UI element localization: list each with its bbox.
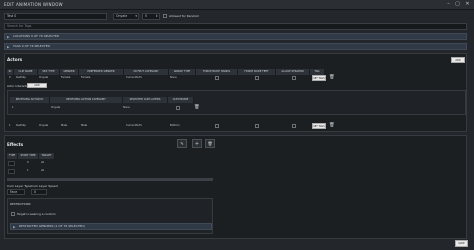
- save-button[interactable]: SAVE: [455, 240, 468, 247]
- effect-type-select[interactable]: [8, 169, 15, 174]
- close-icon[interactable]: ✕: [463, 1, 472, 8]
- gender-select-value: Onyale: [116, 14, 128, 18]
- cell-gender[interactable]: Female: [61, 75, 70, 81]
- cell-pref[interactable]: Female: [81, 75, 90, 81]
- cell-start-time[interactable]: 1: [27, 168, 29, 174]
- search-input[interactable]: Search for Tags: [4, 23, 467, 30]
- table-row[interactable]: 1 all: [7, 168, 213, 176]
- actors-title: Actors: [7, 57, 23, 62]
- cell-target[interactable]: all: [41, 160, 44, 166]
- cum-layer-speed-value: 0: [34, 190, 37, 194]
- cell-clip[interactable]: testClip: [16, 75, 26, 81]
- col-type: TYPE: [7, 153, 18, 159]
- minimize-icon[interactable]: –: [444, 1, 453, 8]
- set-tags-button[interactable]: SET TAGS: [312, 123, 326, 129]
- effects-panel: Effects ✎ + 🗑 TYPE START TIME TARGET 0 a…: [4, 135, 467, 239]
- delete-interaction-icon[interactable]: 🗑: [194, 105, 200, 110]
- effects-table-header: TYPE START TIME TARGET: [7, 153, 55, 159]
- cell-clip[interactable]: testClip: [16, 123, 26, 129]
- expand-icon: ▶: [7, 35, 10, 39]
- condom-checkbox[interactable]: [11, 212, 15, 216]
- force-nude-hands-checkbox[interactable]: [215, 76, 219, 80]
- cell-range[interactable]: None: [170, 75, 177, 81]
- add-effect-icon[interactable]: +: [192, 139, 202, 148]
- cell-receiving-category[interactable]: Onyale: [51, 105, 60, 111]
- cell-sex[interactable]: Onyale: [39, 123, 48, 129]
- stepper-input[interactable]: 5 ⇕: [142, 13, 160, 20]
- window-title: EDIT ANIMATION WINDOW: [4, 2, 63, 7]
- cum-layer-type-select[interactable]: Face: [7, 189, 25, 195]
- effects-scrollbar[interactable]: [7, 178, 213, 181]
- delete-actor-icon[interactable]: 🗑: [329, 75, 335, 80]
- restrictions-title: RESTRICTIONS: [10, 202, 31, 206]
- expand-icon: ▶: [7, 45, 10, 49]
- cell-start-time[interactable]: 0: [27, 160, 29, 166]
- force-nude-feet-checkbox[interactable]: [255, 76, 259, 80]
- interaction-row[interactable]: 1 Onyale None 🗑: [10, 103, 465, 113]
- cell-gender[interactable]: Male: [61, 123, 67, 129]
- effects-title: Effects: [7, 142, 24, 147]
- cell-target[interactable]: all: [41, 168, 44, 174]
- allowed-random-checkbox[interactable]: [163, 14, 167, 18]
- cum-layer-speed-input[interactable]: 0: [31, 189, 47, 195]
- force-nude-feet-checkbox[interactable]: [255, 124, 259, 128]
- maximize-icon[interactable]: ▢: [453, 1, 462, 8]
- cell-cat[interactable]: Current3uf4: [126, 123, 142, 129]
- force-nude-hands-checkbox[interactable]: [215, 124, 219, 128]
- delete-actor-icon[interactable]: 🗑: [329, 123, 335, 128]
- locations-bar[interactable]: ▶ LOCATIONS 9 OF 76 SELECTED: [4, 33, 467, 40]
- tags-bar[interactable]: ▶ TAGS 0 OF 76 SELECTED: [4, 43, 467, 50]
- chevron-down-icon: ▾: [135, 14, 137, 18]
- cum-layer-type-label: Cum Layer Type: [7, 184, 32, 188]
- cell-id: 0: [9, 76, 11, 79]
- actors-panel: Actors ADD ACTOR ID CLIP NAME SEX TYPE G…: [4, 53, 467, 132]
- cell-cat[interactable]: Current3uf4: [126, 75, 142, 81]
- stepper-arrows-icon[interactable]: ⇕: [155, 14, 158, 19]
- cum-layer-speed-label: Cum Layer Speed: [31, 184, 58, 188]
- cell-receiving-id[interactable]: 1: [12, 105, 14, 111]
- effect-type-select[interactable]: [8, 161, 15, 166]
- table-row[interactable]: 0 all: [7, 160, 213, 168]
- cum-layer-type-value: Face: [10, 190, 18, 194]
- table-row[interactable]: 0 testClip Onyale Female Female Current3…: [7, 75, 465, 83]
- pencil-icon[interactable]: ✎: [177, 139, 187, 148]
- interactions-panel: RECEIVING ACTOR ID RECEIVING ACTION CATE…: [7, 90, 466, 115]
- col-start-time: START TIME: [18, 153, 39, 159]
- locations-bar-label: LOCATIONS 9 OF 76 SELECTED: [13, 34, 60, 38]
- condom-label: Target is wearing a condom: [17, 212, 56, 216]
- cum-inside-checkbox[interactable]: [176, 106, 180, 110]
- expand-icon: ▶: [13, 225, 16, 229]
- table-row[interactable]: 1 testClip Onyale Male Male Current3uf4 …: [7, 123, 465, 131]
- allow-strapon-checkbox[interactable]: [292, 76, 296, 80]
- title-bar: EDIT ANIMATION WINDOW – ▢ ✕: [0, 0, 474, 10]
- delete-effect-icon[interactable]: 🗑: [205, 139, 215, 148]
- set-tags-button[interactable]: SET TAGS: [312, 75, 326, 81]
- add-actor-button[interactable]: ADD ACTOR: [451, 57, 465, 67]
- cell-sex[interactable]: Onyale: [39, 75, 48, 81]
- allow-strapon-checkbox[interactable]: [292, 124, 296, 128]
- tags-bar-label: TAGS 0 OF 76 SELECTED: [13, 44, 50, 48]
- restricted-genders-bar[interactable]: ▶ RESTRICTED GENDERS (1 OF 76 SELECTED): [10, 223, 212, 230]
- gender-select[interactable]: Onyale ▾: [113, 13, 139, 20]
- cell-id: 1: [9, 124, 11, 127]
- stepper-value: 5: [145, 14, 148, 18]
- restrictions-panel: RESTRICTIONS Target is wearing a condom …: [7, 198, 213, 234]
- restricted-genders-label: RESTRICTED GENDERS (1 OF 76 SELECTED): [19, 224, 85, 228]
- col-target: TARGET: [39, 153, 55, 159]
- edit-animation-window: EDIT ANIMATION WINDOW – ▢ ✕ Test 0 Onyal…: [0, 0, 474, 250]
- name-input[interactable]: Test 0: [4, 13, 107, 20]
- cell-range[interactable]: Bottom: [170, 123, 180, 129]
- cell-pref[interactable]: Male: [81, 123, 87, 129]
- cell-cum-layers[interactable]: None: [123, 105, 130, 111]
- allowed-random-label: Allowed for Random: [169, 14, 200, 18]
- add-interaction-button[interactable]: ADD INTERACTION: [27, 83, 47, 91]
